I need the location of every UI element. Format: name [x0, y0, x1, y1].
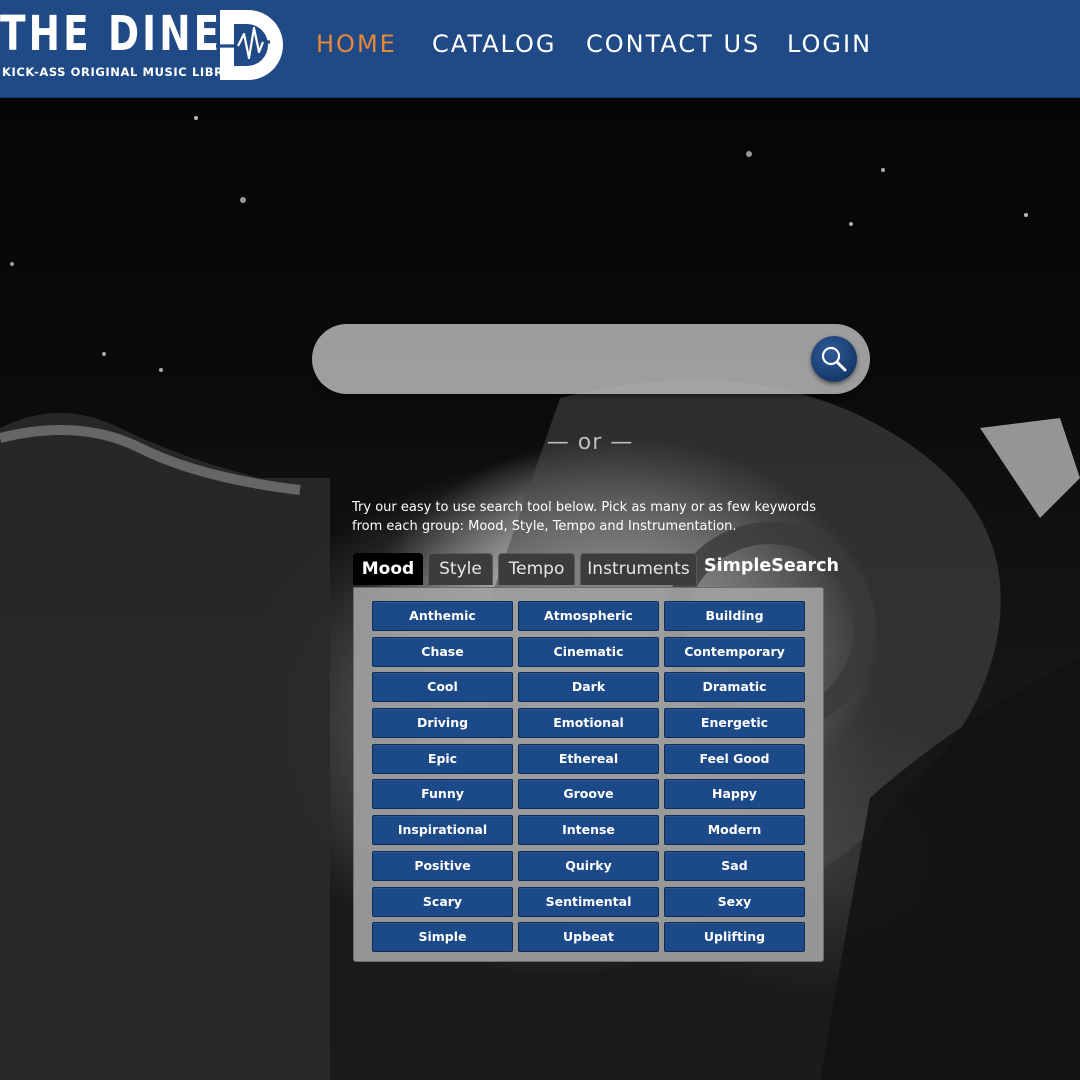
mood-button-epic[interactable]: Epic	[372, 743, 513, 774]
mood-button-chase[interactable]: Chase	[372, 636, 513, 667]
mood-button-happy[interactable]: Happy	[664, 779, 805, 810]
mood-button-dramatic[interactable]: Dramatic	[664, 672, 805, 703]
search-bar	[312, 324, 870, 394]
mood-button-energetic[interactable]: Energetic	[664, 708, 805, 739]
search-button[interactable]	[811, 336, 857, 382]
magnifier-icon	[821, 346, 847, 372]
or-divider: — or —	[546, 430, 634, 455]
mood-button-intense[interactable]: Intense	[518, 815, 659, 846]
mood-button-funny[interactable]: Funny	[372, 779, 513, 810]
mood-button-atmospheric[interactable]: Atmospheric	[518, 601, 659, 631]
mood-button-sentimental[interactable]: Sentimental	[518, 886, 659, 917]
mood-button-simple[interactable]: Simple	[372, 922, 513, 953]
tab-style[interactable]: Style	[428, 553, 493, 585]
mood-button-dark[interactable]: Dark	[518, 672, 659, 703]
nav-catalog[interactable]: CATALOG	[432, 30, 557, 62]
search-instructions: Try our easy to use search tool below. P…	[352, 500, 817, 534]
mood-button-ethereal[interactable]: Ethereal	[518, 743, 659, 774]
mood-button-driving[interactable]: Driving	[372, 708, 513, 739]
mood-button-positive[interactable]: Positive	[372, 850, 513, 881]
mood-button-cinematic[interactable]: Cinematic	[518, 636, 659, 667]
mood-button-upbeat[interactable]: Upbeat	[518, 922, 659, 953]
mood-button-uplifting[interactable]: Uplifting	[664, 922, 805, 953]
mood-panel: Anthemic Atmospheric Building Chase Cine…	[353, 587, 824, 962]
mood-button-inspirational[interactable]: Inspirational	[372, 815, 513, 846]
nav-home[interactable]: HOME	[316, 30, 397, 62]
mood-button-quirky[interactable]: Quirky	[518, 850, 659, 881]
nav-login[interactable]: LOGIN	[787, 30, 872, 62]
site-header: THE DINER KICK-ASS ORIGINAL MUSIC LIBRAR…	[0, 0, 1080, 98]
mood-button-modern[interactable]: Modern	[664, 815, 805, 846]
mood-button-emotional[interactable]: Emotional	[518, 708, 659, 739]
mood-button-sexy[interactable]: Sexy	[664, 886, 805, 917]
tab-mood[interactable]: Mood	[353, 553, 423, 585]
logo-d-mark-icon	[216, 10, 283, 80]
mood-button-sad[interactable]: Sad	[664, 850, 805, 881]
nav-contact-us[interactable]: CONTACT US	[586, 30, 760, 62]
mood-button-feel-good[interactable]: Feel Good	[664, 743, 805, 774]
mood-keyword-grid: Anthemic Atmospheric Building Chase Cine…	[372, 601, 805, 953]
mood-button-building[interactable]: Building	[664, 601, 805, 631]
mood-button-anthemic[interactable]: Anthemic	[372, 601, 513, 631]
search-input[interactable]	[336, 338, 806, 380]
mood-button-scary[interactable]: Scary	[372, 886, 513, 917]
mood-button-groove[interactable]: Groove	[518, 779, 659, 810]
mood-button-contemporary[interactable]: Contemporary	[664, 636, 805, 667]
site-logo[interactable]: THE DINER KICK-ASS ORIGINAL MUSIC LIBRAR…	[0, 8, 290, 88]
simple-search-link[interactable]: SimpleSearch	[704, 556, 839, 576]
mood-button-cool[interactable]: Cool	[372, 672, 513, 703]
tab-tempo[interactable]: Tempo	[498, 553, 575, 585]
tab-instruments[interactable]: Instruments	[580, 553, 697, 585]
